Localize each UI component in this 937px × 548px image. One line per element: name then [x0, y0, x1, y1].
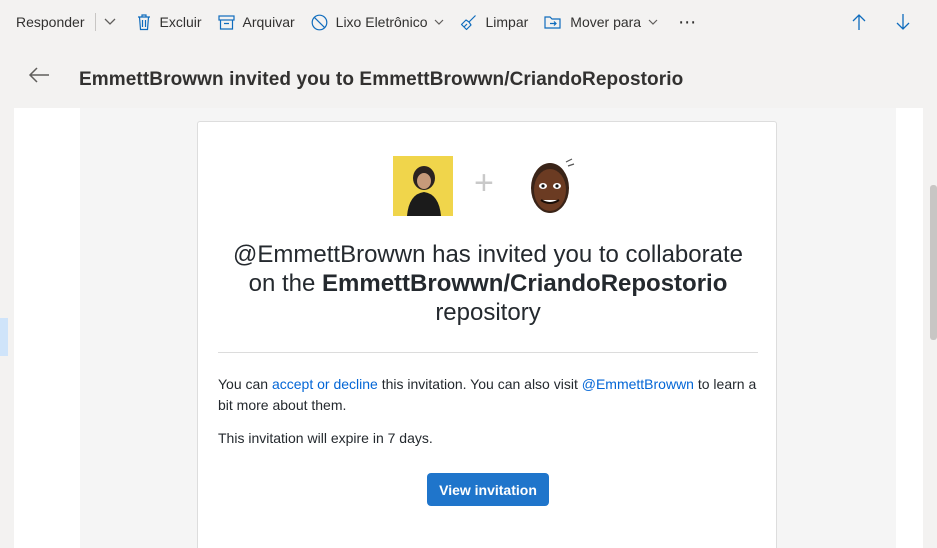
repository-name: EmmettBrowwn/CriandoRepostorio — [322, 270, 728, 297]
junk-button[interactable]: Lixo Eletrônico — [303, 6, 453, 38]
sweep-button[interactable]: Limpar — [452, 6, 536, 38]
email-body-background: + @EmmettBrowwn has invited you to colla… — [80, 108, 896, 548]
plus-sign: + — [474, 164, 494, 202]
chevron-down-icon — [104, 18, 115, 25]
reading-pane: + @EmmettBrowwn has invited you to colla… — [14, 108, 923, 548]
message-header: EmmettBrowwn invited you to EmmettBrowwn… — [0, 44, 937, 108]
invitation-paragraph: You can accept or decline this invitatio… — [218, 374, 763, 416]
invitee-avatar — [526, 156, 580, 218]
folder-move-icon — [544, 15, 561, 29]
sweep-label: Limpar — [485, 14, 529, 30]
email-card: + @EmmettBrowwn has invited you to colla… — [197, 121, 777, 548]
inviter-avatar — [393, 156, 453, 216]
paragraph-text: You can — [218, 376, 272, 392]
accept-decline-link[interactable]: accept or decline — [272, 376, 378, 392]
archive-label: Arquivar — [242, 14, 295, 30]
toolbar-separator — [94, 13, 96, 31]
reply-label: Responder — [16, 14, 85, 30]
back-button[interactable] — [28, 66, 50, 89]
person-photo-icon — [393, 156, 453, 216]
expiry-notice: This invitation will expire in 7 days. — [218, 430, 433, 446]
trash-icon — [137, 14, 150, 31]
paragraph-text: this invitation. You can also visit — [377, 376, 582, 392]
command-toolbar: Responder Excluir Arquivar Lixo Eletrôni… — [0, 0, 937, 44]
move-button[interactable]: Mover para — [536, 6, 666, 38]
headline-suffix: repository — [435, 299, 541, 326]
arrow-down-icon — [896, 14, 910, 30]
invitation-headline: @EmmettBrowwn has invited you to collabo… — [218, 240, 758, 327]
more-actions-button[interactable]: ⋯ — [666, 6, 709, 38]
archive-button[interactable]: Arquivar — [210, 6, 303, 38]
broom-icon — [461, 14, 477, 30]
arrow-left-icon — [28, 67, 49, 83]
next-message-button[interactable] — [881, 6, 925, 38]
chevron-down-icon — [648, 19, 658, 25]
reply-options-dropdown[interactable] — [98, 6, 128, 38]
reply-button[interactable]: Responder — [0, 6, 93, 38]
avatar-row: + — [198, 156, 776, 218]
chevron-down-icon — [435, 19, 444, 25]
scrollbar-thumb[interactable] — [930, 185, 937, 340]
delete-label: Excluir — [159, 14, 202, 30]
delete-button[interactable]: Excluir — [128, 6, 210, 38]
navigation-arrows — [837, 6, 925, 38]
previous-message-button[interactable] — [837, 6, 881, 38]
profile-link[interactable]: @EmmettBrowwn — [582, 376, 694, 392]
move-label: Mover para — [570, 14, 642, 30]
junk-label: Lixo Eletrônico — [335, 14, 428, 30]
more-icon: ⋯ — [678, 11, 698, 32]
view-invitation-button[interactable]: View invitation — [427, 473, 549, 506]
message-subject: EmmettBrowwn invited you to EmmettBrowwn… — [79, 69, 684, 90]
arrow-up-icon — [852, 14, 866, 30]
block-icon — [311, 14, 328, 30]
archive-icon — [217, 14, 235, 30]
divider — [218, 352, 758, 353]
message-list-edge — [0, 108, 8, 548]
person-cartoon-icon — [526, 156, 580, 218]
selected-item-indicator — [0, 318, 8, 356]
